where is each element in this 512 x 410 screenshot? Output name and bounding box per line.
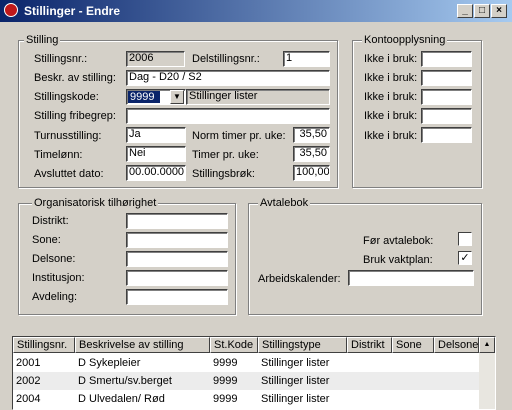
timelonn-field[interactable]: Nei xyxy=(126,146,186,162)
delstillingsnr-label: Delstillingsnr.: xyxy=(192,53,260,65)
konto-label-5: Ikke i bruk: xyxy=(364,130,418,142)
stilling-legend: Stilling xyxy=(24,34,61,46)
avsluttet-label: Avsluttet dato: xyxy=(34,168,104,180)
konto-field-4[interactable] xyxy=(421,108,472,124)
column-header[interactable]: Distrikt xyxy=(347,337,392,353)
org-legend: Organisatorisk tilhørighet xyxy=(32,197,159,209)
konto-label-4: Ikke i bruk: xyxy=(364,110,418,122)
beskr-field[interactable]: Dag - D20 / S2 xyxy=(126,70,330,86)
stillingskode-value: 9999 xyxy=(128,91,161,103)
table-row[interactable]: 2001 D Sykepleier 9999 Stillinger lister xyxy=(13,354,479,372)
table-cell: Stillinger lister xyxy=(261,393,330,405)
timer-field[interactable]: 35,50 xyxy=(293,146,330,162)
table-cell: D Ulvedalen/ Rød xyxy=(78,393,165,405)
table-cell: 2001 xyxy=(16,357,41,369)
stillingsnr-field[interactable]: 2006 xyxy=(126,51,185,67)
konto-label-2: Ikke i bruk: xyxy=(364,72,418,84)
beskr-label: Beskr. av stilling: xyxy=(34,72,116,84)
distrikt-field[interactable] xyxy=(126,213,228,229)
konto-field-2[interactable] xyxy=(421,70,472,86)
norm-field[interactable]: 35,50 xyxy=(293,127,330,143)
column-header[interactable]: Delsone xyxy=(434,337,479,353)
column-header[interactable]: St.Kode xyxy=(210,337,258,353)
avdeling-field[interactable] xyxy=(126,289,228,305)
konto-label-3: Ikke i bruk: xyxy=(364,91,418,103)
delstillingsnr-field[interactable]: 1 xyxy=(283,51,330,67)
table-cell: Stillinger lister xyxy=(261,375,330,387)
arbeidskalender-field[interactable] xyxy=(348,270,474,286)
avtale-legend: Avtalebok xyxy=(258,197,311,209)
stillingskode-text: Stillinger lister xyxy=(186,89,330,105)
stillinger-table[interactable]: Stillingsnr. Beskrivelse av stilling St.… xyxy=(12,336,496,410)
vertical-scrollbar[interactable]: ▲ xyxy=(479,337,495,409)
table-cell: 9999 xyxy=(213,357,238,369)
fribegrep-label: Stilling fribegrep: xyxy=(34,110,116,122)
table-cell: 9999 xyxy=(213,375,238,387)
sone-label: Sone: xyxy=(32,234,61,246)
delsone-field[interactable] xyxy=(126,251,228,267)
for-avtalebok-label: Før avtalebok: xyxy=(363,235,434,247)
timer-label: Timer pr. uke: xyxy=(192,149,259,161)
table-cell: 9999 xyxy=(213,393,238,405)
window-title: Stillinger - Endre xyxy=(24,4,121,18)
turnus-field[interactable]: Ja xyxy=(126,127,186,143)
maximize-button[interactable]: □ xyxy=(474,4,490,18)
sone-field[interactable] xyxy=(126,232,228,248)
distrikt-label: Distrikt: xyxy=(32,215,69,227)
konto-field-5[interactable] xyxy=(421,127,472,143)
konto-field-1[interactable] xyxy=(421,51,472,67)
stillingsnr-label: Stillingsnr.: xyxy=(34,53,88,65)
bruk-vaktplan-label: Bruk vaktplan: xyxy=(363,254,433,266)
close-button[interactable]: × xyxy=(491,4,507,18)
bruk-vaktplan-checkbox[interactable]: ✓ xyxy=(458,251,472,265)
table-row[interactable]: 2002 D Smertu/sv.berget 9999 Stillinger … xyxy=(13,372,479,390)
minimize-button[interactable]: _ xyxy=(457,4,473,18)
delsone-label: Delsone: xyxy=(32,253,76,265)
norm-label: Norm timer pr. uke: xyxy=(192,130,286,142)
konto-legend: Kontoopplysning xyxy=(362,34,448,46)
table-cell: 2002 xyxy=(16,375,41,387)
timelonn-label: Timelønn: xyxy=(34,149,83,161)
institusjon-label: Institusjon: xyxy=(32,272,85,284)
avdeling-label: Avdeling: xyxy=(32,291,78,303)
table-cell: D Smertu/sv.berget xyxy=(78,375,172,387)
for-avtalebok-checkbox[interactable] xyxy=(458,232,472,246)
scroll-up-icon[interactable]: ▲ xyxy=(479,337,495,353)
arbeidskalender-label: Arbeidskalender: xyxy=(258,273,341,285)
app-icon[interactable] xyxy=(4,3,18,17)
column-header[interactable]: Stillingstype xyxy=(258,337,347,353)
chevron-down-icon[interactable]: ▼ xyxy=(170,90,184,104)
konto-field-3[interactable] xyxy=(421,89,472,105)
brok-field[interactable]: 100,00 xyxy=(293,165,330,181)
brok-label: Stillingsbrøk: xyxy=(192,168,255,180)
table-row[interactable]: 2004 D Ulvedalen/ Rød 9999 Stillinger li… xyxy=(13,390,479,408)
konto-label-1: Ikke i bruk: xyxy=(364,53,418,65)
table-cell: 2004 xyxy=(16,393,41,405)
column-header[interactable]: Beskrivelse av stilling xyxy=(75,337,210,353)
table-cell: D Sykepleier xyxy=(78,357,141,369)
column-header[interactable]: Stillingsnr. xyxy=(13,337,75,353)
turnus-label: Turnusstilling: xyxy=(34,130,102,142)
stillingskode-label: Stillingskode: xyxy=(34,91,99,103)
checkmark-icon: ✓ xyxy=(460,252,470,264)
column-header[interactable]: Sone xyxy=(392,337,434,353)
table-cell: Stillinger lister xyxy=(261,357,330,369)
fribegrep-field[interactable] xyxy=(126,108,330,124)
avsluttet-field[interactable]: 00.00.0000 xyxy=(126,165,186,181)
institusjon-field[interactable] xyxy=(126,270,228,286)
